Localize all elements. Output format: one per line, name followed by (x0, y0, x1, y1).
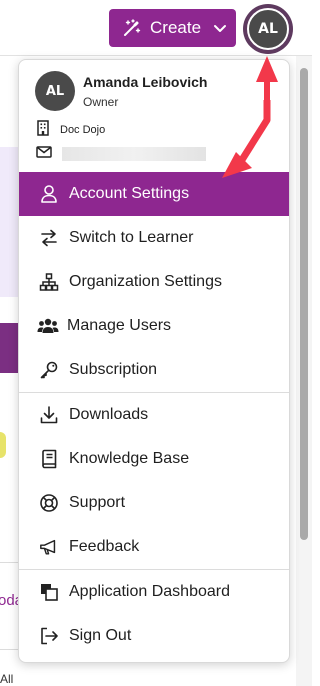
user-avatar-initials: AL (247, 8, 289, 50)
key-icon (39, 360, 59, 380)
menu-item-label: Manage Users (67, 317, 172, 334)
sign-out-icon (39, 626, 59, 646)
building-icon (36, 120, 50, 139)
menu-item-label: Downloads (69, 406, 149, 423)
background-indicator (0, 432, 6, 458)
menu-item-label: Organization Settings (69, 273, 222, 290)
background-divider (0, 649, 18, 650)
profile-section: AL Amanda Leibovich Owner Doc Dojo (19, 60, 289, 172)
mail-icon (36, 145, 52, 163)
menu-item-label: Support (69, 494, 126, 511)
organization-name: Doc Dojo (60, 123, 106, 136)
menu-item-subscription[interactable]: Subscription (19, 348, 289, 392)
menu-item-organization-settings[interactable]: Organization Settings (19, 260, 289, 304)
menu-item-sign-out[interactable]: Sign Out (19, 614, 289, 658)
menu-item-support[interactable]: Support (19, 481, 289, 525)
book-icon (39, 449, 59, 469)
create-button-label: Create (150, 18, 202, 37)
create-button[interactable]: Create (109, 9, 236, 47)
menu-item-label: Account Settings (69, 185, 190, 202)
swap-arrows-icon (39, 228, 59, 248)
avatar: AL (35, 71, 75, 111)
menu-item-label: Application Dashboard (69, 583, 230, 600)
email-redacted (62, 147, 206, 161)
users-icon (37, 316, 59, 336)
background-divider (0, 562, 18, 563)
profile-organization: Doc Dojo (36, 120, 105, 139)
magic-wand-icon (121, 17, 143, 39)
lifebuoy-icon (39, 493, 59, 513)
profile-role: Owner (83, 95, 119, 109)
menu-item-knowledge-base[interactable]: Knowledge Base (19, 437, 289, 481)
copy-icon (39, 582, 59, 602)
background-partial-text: All (0, 672, 14, 686)
chevron-down-icon (212, 20, 228, 36)
profile-name: Amanda Leibovich (83, 74, 208, 90)
account-dropdown-menu: AL Amanda Leibovich Owner Doc Dojo Accou… (18, 59, 290, 663)
scrollbar-thumb[interactable] (300, 68, 308, 540)
menu-item-label: Feedback (69, 538, 140, 555)
menu-item-label: Knowledge Base (69, 450, 190, 467)
user-icon (39, 184, 59, 204)
menu-item-switch-to-learner[interactable]: Switch to Learner (19, 216, 289, 260)
menu-item-label: Subscription (69, 361, 158, 378)
menu-item-application-dashboard[interactable]: Application Dashboard (19, 570, 289, 614)
org-chart-icon (39, 272, 59, 292)
menu-item-feedback[interactable]: Feedback (19, 525, 289, 569)
download-icon (39, 405, 59, 425)
menu-item-account-settings[interactable]: Account Settings (19, 172, 289, 216)
background-banner (0, 323, 18, 373)
background-panel (0, 147, 18, 297)
top-bar: Create AL (0, 0, 312, 56)
profile-email (36, 145, 206, 163)
menu-item-label: Switch to Learner (69, 229, 194, 246)
menu-item-label: Sign Out (69, 627, 132, 644)
user-avatar-button[interactable]: AL (243, 4, 293, 54)
menu-item-manage-users[interactable]: Manage Users (19, 304, 289, 348)
megaphone-icon (39, 537, 59, 557)
menu-item-downloads[interactable]: Downloads (19, 393, 289, 437)
